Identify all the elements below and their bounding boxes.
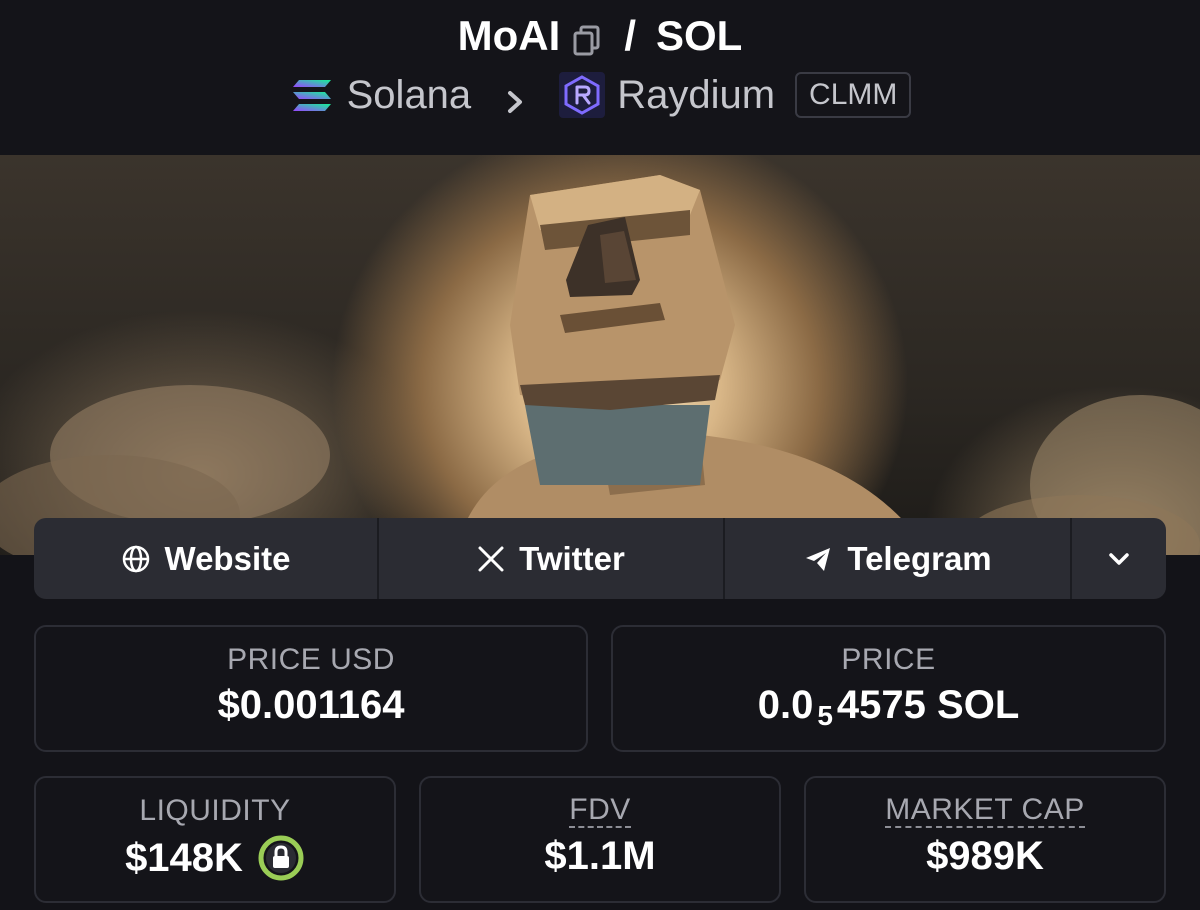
price-usd-value: $0.001164 bbox=[217, 683, 405, 727]
lock-icon[interactable] bbox=[257, 834, 305, 882]
website-label: Website bbox=[164, 539, 291, 577]
market-cap-label[interactable]: MARKET CAP bbox=[885, 794, 1085, 828]
globe-icon bbox=[121, 544, 151, 574]
market-cap-value: $989K bbox=[926, 833, 1044, 878]
token-symbol: MoAI bbox=[457, 12, 561, 59]
telegram-button[interactable]: Telegram bbox=[725, 518, 1072, 599]
price-label: PRICE bbox=[841, 643, 936, 676]
x-icon bbox=[477, 545, 505, 573]
price-value-zero-count: 5 bbox=[817, 699, 833, 731]
fdv-card: FDV $1.1M bbox=[419, 776, 781, 903]
solana-logo-icon bbox=[289, 72, 335, 118]
fdv-value: $1.1M bbox=[544, 833, 656, 878]
price-card: PRICE 0.0 5 4575 SOL bbox=[611, 625, 1166, 752]
pool-type-badge: CLMM bbox=[795, 72, 912, 118]
telegram-label: Telegram bbox=[847, 539, 992, 577]
token-banner-image bbox=[0, 155, 1200, 555]
chain-link[interactable]: Solana bbox=[347, 73, 472, 118]
liquidity-label: LIQUIDITY bbox=[139, 794, 291, 827]
price-usd-card: PRICE USD $0.001164 bbox=[34, 625, 588, 752]
liquidity-card: LIQUIDITY $148K bbox=[34, 776, 396, 903]
pair-title: MoAI / SOL bbox=[0, 12, 1200, 60]
chevron-down-icon bbox=[1106, 546, 1132, 572]
pair-header: MoAI / SOL Solana Raydium CLMM bbox=[0, 0, 1200, 155]
social-links-bar: Website Twitter Telegram bbox=[34, 518, 1166, 599]
fdv-label[interactable]: FDV bbox=[569, 794, 631, 828]
telegram-icon bbox=[803, 544, 833, 574]
twitter-button[interactable]: Twitter bbox=[379, 518, 725, 599]
copy-icon[interactable] bbox=[570, 19, 604, 56]
price-value-prefix: 0.0 bbox=[757, 683, 814, 727]
website-button[interactable]: Website bbox=[34, 518, 379, 599]
dex-link[interactable]: Raydium bbox=[617, 73, 775, 118]
price-usd-label: PRICE USD bbox=[227, 643, 395, 676]
quote-symbol: SOL bbox=[655, 12, 743, 59]
price-value-suffix: 4575 SOL bbox=[836, 683, 1020, 727]
liquidity-value: $148K bbox=[125, 835, 243, 880]
more-links-button[interactable] bbox=[1072, 518, 1166, 599]
twitter-label: Twitter bbox=[519, 539, 625, 577]
raydium-logo-icon bbox=[559, 72, 606, 118]
pair-separator: / bbox=[624, 12, 636, 59]
chevron-right-icon bbox=[501, 81, 529, 113]
market-cap-card: MARKET CAP $989K bbox=[804, 776, 1166, 903]
breadcrumb: Solana Raydium CLMM bbox=[0, 72, 1200, 118]
